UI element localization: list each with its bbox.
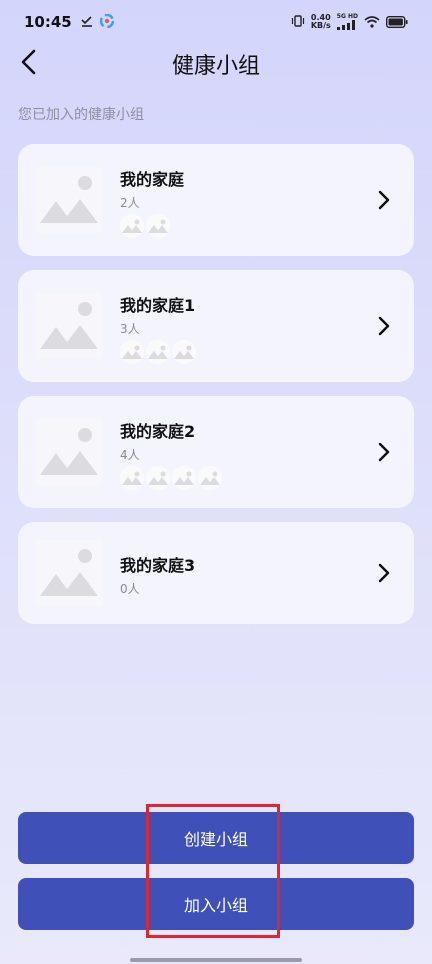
page-title: 健康小组 xyxy=(171,54,260,79)
network-label: 5G HD xyxy=(336,12,358,20)
member-avatar xyxy=(198,466,222,490)
group-card-4[interactable]: 我的家庭3 0人 xyxy=(18,522,414,624)
highlight-box xyxy=(146,804,280,938)
group-member-count: 2人 xyxy=(120,196,140,210)
member-avatar xyxy=(172,466,196,490)
group-member-count: 4人 xyxy=(120,448,140,462)
member-avatar xyxy=(120,466,144,490)
group-name: 我的家庭1 xyxy=(120,296,196,315)
group-name: 我的家庭 xyxy=(120,170,185,189)
member-avatar xyxy=(146,214,170,238)
avatar-row xyxy=(120,214,170,238)
chevron-right-icon xyxy=(378,190,390,210)
member-avatar xyxy=(120,340,144,364)
member-avatar xyxy=(172,340,196,364)
battery-icon xyxy=(385,13,408,32)
vibrate-icon xyxy=(291,13,305,32)
avatar-row xyxy=(120,466,222,490)
download-done-icon xyxy=(80,13,94,32)
status-time: 10:45 xyxy=(24,13,72,31)
group-card-1[interactable]: 我的家庭 2人 xyxy=(18,144,414,256)
home-indicator[interactable] xyxy=(130,958,302,962)
avatar-row xyxy=(120,340,196,364)
chevron-right-icon xyxy=(378,316,390,336)
group-image-placeholder-icon xyxy=(36,293,102,359)
header: 健康小组 xyxy=(0,44,432,80)
member-avatar xyxy=(146,340,170,364)
group-name: 我的家庭3 xyxy=(120,556,196,575)
chevron-right-icon xyxy=(378,563,390,583)
net-speed-unit: KB/s xyxy=(310,21,331,30)
section-label: 您已加入的健康小组 xyxy=(18,107,144,123)
group-image-placeholder-icon xyxy=(36,540,102,606)
wifi-icon xyxy=(364,13,380,32)
group-card-3[interactable]: 我的家庭2 4人 xyxy=(18,396,414,508)
chevron-right-icon xyxy=(378,442,390,462)
group-list: 我的家庭 2人 我的家庭1 3人 我的家庭2 4人 我的家庭3 0人 xyxy=(18,144,414,638)
group-card-2[interactable]: 我的家庭1 3人 xyxy=(18,270,414,382)
app-logo-icon xyxy=(99,13,114,32)
status-bar: 10:45 0.40 KB/s 5G HD xyxy=(0,0,432,44)
group-name: 我的家庭2 xyxy=(120,422,196,441)
group-image-placeholder-icon xyxy=(36,167,102,233)
group-image-placeholder-icon xyxy=(36,419,102,485)
group-member-count: 0人 xyxy=(120,582,140,596)
member-avatar xyxy=(120,214,144,238)
group-member-count: 3人 xyxy=(120,322,140,336)
signal-icon xyxy=(336,19,355,30)
member-avatar xyxy=(146,466,170,490)
